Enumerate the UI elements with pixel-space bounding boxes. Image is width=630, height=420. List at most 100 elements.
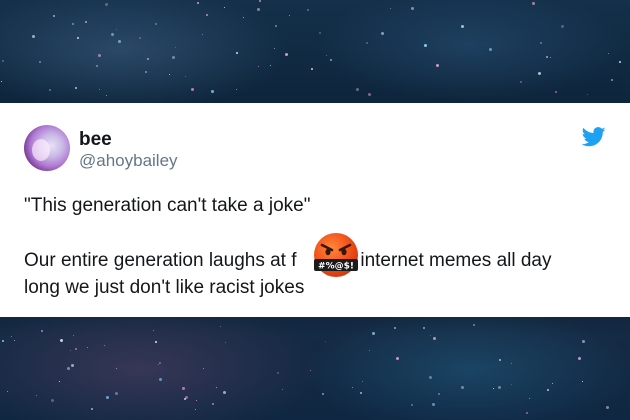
sparkle-dot [106,396,109,399]
sparkle-dot [212,403,214,405]
face-with-symbols-on-mouth-icon: #%@$! [314,233,358,277]
sparkle-dot [311,68,313,70]
sparkle-dot [220,326,221,327]
sparkle-dot [538,72,541,75]
sparkle-dot [11,336,12,337]
sparkle-dot [116,368,117,369]
sparkle-dot [319,32,321,34]
censor-symbols: #%@$! [318,262,354,272]
sparkle-dot [461,25,464,28]
sparkle-dot [368,93,371,96]
sparkle-dot [106,95,107,96]
sparkle-dot [325,341,326,342]
sparkle-dot [362,381,363,382]
sparkle-dot [203,368,204,369]
sparkle-dot [520,81,522,83]
sparkle-dot [118,40,121,43]
sparkle-dot [433,337,436,340]
avatar[interactable] [24,125,70,171]
sparkle-dot [611,79,613,81]
sparkle-dot [51,399,54,402]
sparkle-dot [111,33,114,36]
sparkle-dot [155,23,157,25]
sparkle-dot [211,90,214,93]
sparkle-dot [582,381,583,382]
sparkle-dot [366,42,368,44]
sparkle-dot [498,386,501,389]
sparkle-dot [258,66,259,67]
sparkle-dot [49,89,51,91]
sparkle-dot [2,60,4,62]
sparkle-dot [526,412,528,414]
sparkle-dot [330,59,332,61]
sparkle-dot [356,88,359,91]
sparkle-dot [608,53,609,54]
sparkle-dot [499,359,501,361]
sparkle-dot [73,335,74,336]
sparkle-dot [582,340,585,343]
sparkle-dot [259,0,261,2]
sparkle-dot [191,88,194,91]
sparkle-dot [552,383,553,384]
sparkle-dot [99,89,100,90]
sparkle-dot [352,387,353,388]
sparkle-dot [159,362,161,364]
sparkle-dot [606,406,609,409]
sparkle-dot [432,403,435,406]
sparkle-dot [236,52,238,54]
sparkle-dot [307,9,309,11]
sparkle-dot [489,48,492,51]
sparkle-dot [75,348,77,350]
sparkle-dot [394,327,396,329]
sparkle-dot [105,3,108,6]
sparkle-dot [75,87,77,89]
sparkle-dot [310,370,311,371]
sparkle-dot [555,91,557,93]
sparkle-dot [184,398,186,400]
sparkle-dot [197,2,199,4]
sparkle-dot [436,64,439,67]
sparkle-dot [224,7,225,8]
sparkle-dot [369,350,370,351]
sparkle-dot [175,47,176,48]
sparkle-dot [155,341,157,343]
sparkle-dot [91,408,93,410]
sparkle-dot [159,378,162,381]
sparkle-dot [257,8,260,11]
sparkle-dot [282,389,283,390]
sparkle-dot [59,381,60,382]
sparkle-dot [7,391,8,392]
sparkle-dot [116,29,117,30]
twitter-bird-icon [582,127,606,147]
sparkle-dot [158,364,159,365]
sparkle-dot [547,389,549,391]
sparkle-dot [529,398,530,399]
sparkle-dot [322,393,324,395]
sparkle-dot [153,330,154,331]
sparkle-dot [619,61,621,63]
tweet-card: bee @ahoybailey "This generation can't t… [0,103,630,317]
sparkle-dot [223,391,226,394]
sparkle-dot [578,357,581,360]
sparkle-dot [185,76,186,77]
sparkle-dot [411,404,413,406]
sparkle-dot [396,357,399,360]
sparkle-dot [115,392,118,395]
sparkle-dot [511,384,512,385]
user-handle[interactable]: @ahoybailey [79,151,178,171]
sparkle-dot [196,400,197,401]
sparkle-dot [411,7,414,10]
sparkle-dot [67,367,70,370]
sparkle-dot [36,395,37,396]
sparkle-dot [429,376,432,379]
sparkle-dot [60,339,63,342]
sparkle-dot [326,55,327,56]
tweet-text-line-2: Our entire generation laughs at f g inter… [24,250,552,272]
sparkle-dot [202,34,203,35]
tweet-text-quote: "This generation can't take a joke" [24,195,311,216]
sparkle-dot [546,56,548,58]
display-name[interactable]: bee [79,129,112,151]
sparkle-dot [139,37,141,39]
sparkle-dot [390,8,391,9]
sparkle-dot [424,44,427,47]
